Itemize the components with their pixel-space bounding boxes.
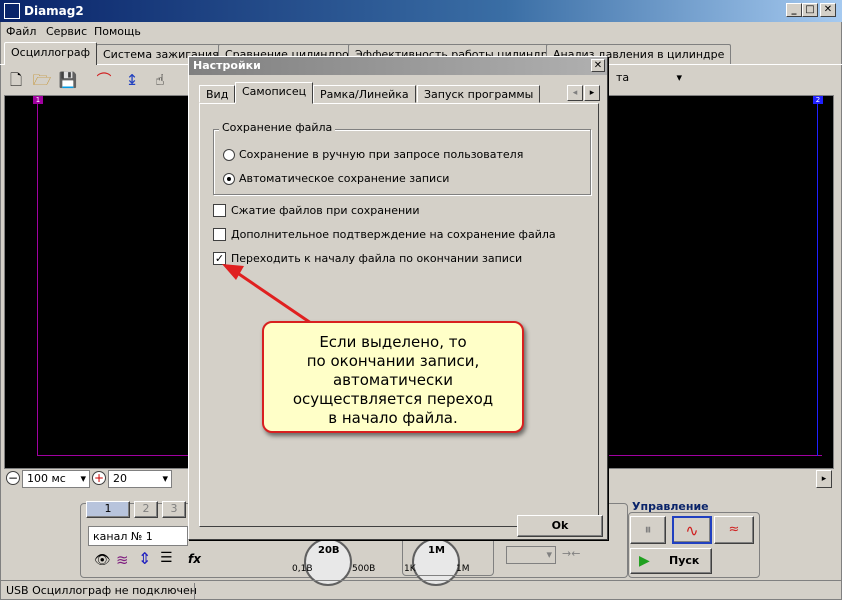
callout-note: Если выделено, то по окончании записи, а… xyxy=(262,321,524,433)
callout-line-1: Если выделено, то xyxy=(319,333,467,351)
callout-line-5: в начало файла. xyxy=(328,409,458,427)
callout-line-3: автоматически xyxy=(332,371,454,389)
callout-line-2: по окончании записи, xyxy=(306,352,480,370)
callout-arrow xyxy=(222,264,331,338)
callout-line-4: осуществляется переход xyxy=(292,390,494,408)
